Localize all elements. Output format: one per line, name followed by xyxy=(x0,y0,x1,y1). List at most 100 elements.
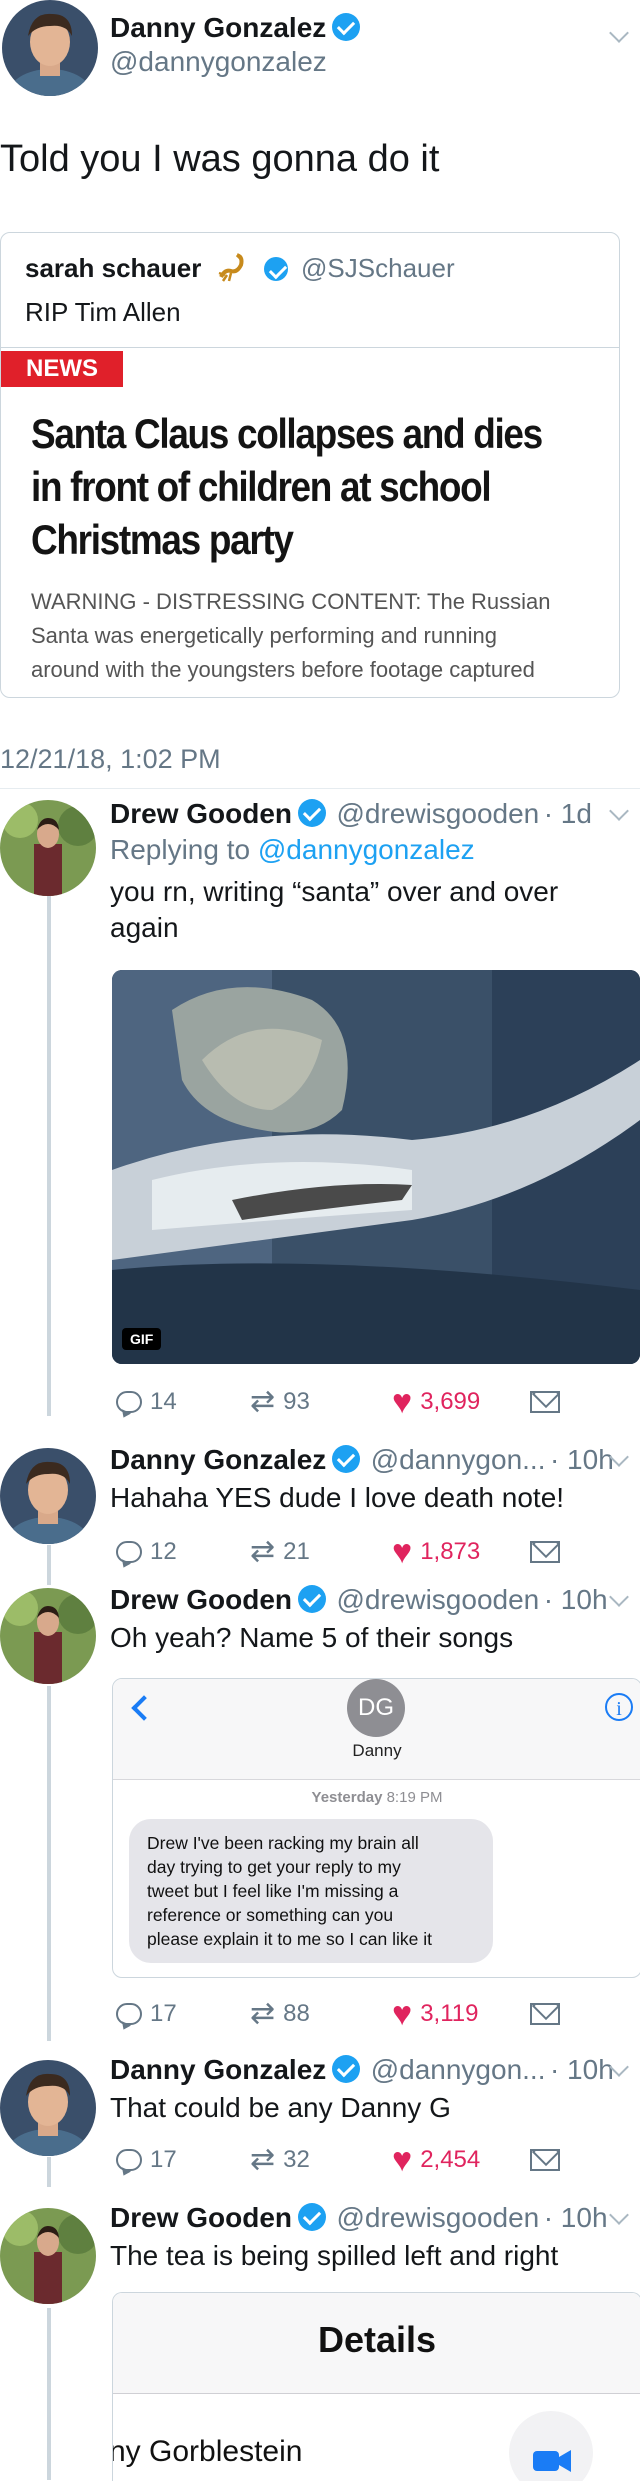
reply-button[interactable]: 14 xyxy=(116,1382,177,1422)
like-button[interactable]: ♥ 3,699 xyxy=(392,1382,480,1422)
direct-message-button[interactable] xyxy=(530,1532,560,1572)
retweet-count: 93 xyxy=(283,1388,310,1415)
mail-icon xyxy=(530,2003,560,2025)
avatar[interactable] xyxy=(0,1588,96,1684)
news-headline: Santa Claus collapses and dies in front … xyxy=(31,407,543,566)
author-name[interactable]: Danny Gonzalez xyxy=(110,12,326,43)
author-handle[interactable]: @dannygon... xyxy=(371,1444,546,1475)
tweet-text: Oh yeah? Name 5 of their songs xyxy=(110,1622,514,1653)
news-headline-line: Christmas party xyxy=(31,516,294,563)
replying-to-label: Replying to xyxy=(110,834,251,865)
chevron-down-icon[interactable] xyxy=(609,801,629,821)
author-handle[interactable]: @drewisgooden xyxy=(336,1584,539,1615)
contact-name: Danny xyxy=(352,1741,402,1760)
tweet-actions: 17 ⇄ 88 ♥ 3,119 xyxy=(110,1994,610,2034)
retweet-count: 32 xyxy=(283,2146,310,2173)
verified-icon xyxy=(298,799,327,827)
thread-line xyxy=(47,1686,51,2041)
imessage-screenshot[interactable]: DG Danny i Yesterday 8:19 PM Drew I've b… xyxy=(112,1678,640,1978)
tweet-actions: 12 ⇄ 21 ♥ 1,873 xyxy=(110,1532,610,1572)
quoted-tweet[interactable]: sarah schauer @SJSchauer RIP Tim Allen N… xyxy=(0,232,620,698)
tweet-text-line: again xyxy=(110,912,179,943)
chevron-down-icon[interactable] xyxy=(609,1587,629,1607)
news-headline-line: Santa Claus collapses and dies xyxy=(31,410,543,457)
facetime-button[interactable] xyxy=(509,2411,593,2481)
reply-button[interactable]: 17 xyxy=(116,1994,177,2034)
message-line: tweet but I feel like I'm missing a xyxy=(147,1881,399,1901)
avatar-image xyxy=(0,1448,96,1544)
replying-to-link[interactable]: @dannygonzalez xyxy=(258,834,475,865)
verified-icon xyxy=(298,1585,327,1613)
like-button[interactable]: ♥ 3,119 xyxy=(392,1994,478,2034)
tweet-text: The tea is being spilled left and right xyxy=(110,2240,559,2271)
reply-button[interactable]: 12 xyxy=(116,1532,177,1572)
reply-icon xyxy=(116,1391,142,1413)
reply-icon xyxy=(116,2003,142,2025)
verified-icon xyxy=(298,2203,327,2231)
avatar[interactable] xyxy=(0,1448,96,1544)
info-icon[interactable]: i xyxy=(605,1693,633,1721)
quoted-author-name: sarah schauer xyxy=(25,253,202,283)
gif-media[interactable]: GIF xyxy=(112,970,640,1364)
author-name[interactable]: Drew Gooden xyxy=(110,2202,292,2233)
thread-line xyxy=(47,896,51,1416)
message-line: day trying to get your reply to my xyxy=(147,1857,401,1877)
retweet-button[interactable]: ⇄ 93 xyxy=(250,1382,310,1422)
reply-count: 17 xyxy=(150,2000,177,2027)
message-day: Yesterday xyxy=(311,1789,383,1806)
mail-icon xyxy=(530,1541,560,1563)
author-name[interactable]: Drew Gooden xyxy=(110,798,292,829)
message-timestamp: Yesterday 8:19 PM xyxy=(113,1789,640,1806)
like-button[interactable]: ♥ 2,454 xyxy=(392,2140,480,2180)
details-screenshot[interactable]: Details ny Gorblestein xyxy=(112,2292,640,2481)
verified-icon xyxy=(263,257,288,281)
avatar[interactable] xyxy=(2,0,98,96)
heart-icon: ♥ xyxy=(392,2141,413,2179)
message-line: reference or something can you xyxy=(147,1905,394,1925)
retweet-button[interactable]: ⇄ 21 xyxy=(250,1532,310,1572)
avatar-image xyxy=(0,800,96,896)
like-count: 3,119 xyxy=(420,2000,479,2027)
quoted-tweet-text: RIP Tim Allen xyxy=(25,297,181,327)
verified-icon xyxy=(332,13,361,41)
author-handle[interactable]: @drewisgooden xyxy=(336,798,539,829)
news-summary-line: WARNING - DISTRESSING CONTENT: The Russi… xyxy=(31,589,551,614)
reply-count: 17 xyxy=(150,2146,177,2173)
verified-icon xyxy=(332,2055,361,2083)
heart-icon: ♥ xyxy=(392,1383,413,1421)
avatar-image xyxy=(2,0,98,96)
news-summary-line: around with the youngsters before footag… xyxy=(31,657,535,682)
avatar[interactable] xyxy=(0,2060,96,2156)
like-count: 2,454 xyxy=(420,2146,481,2173)
chevron-down-icon[interactable] xyxy=(609,23,629,43)
author-name[interactable]: Drew Gooden xyxy=(110,1584,292,1615)
verified-icon xyxy=(332,1445,361,1473)
author-name[interactable]: Danny Gonzalez xyxy=(110,2054,326,2085)
chevron-down-icon[interactable] xyxy=(609,2205,629,2225)
gif-badge: GIF xyxy=(122,1328,162,1350)
message-line: please explain it to me so I can like it xyxy=(147,1929,433,1949)
contact-avatar: DG xyxy=(347,1679,405,1737)
tweet-text: Told you I was gonna do it xyxy=(0,138,440,180)
direct-message-button[interactable] xyxy=(530,1382,560,1422)
author-handle[interactable]: @drewisgooden xyxy=(336,2202,539,2233)
tweet-timestamp: 12/21/18, 1:02 PM xyxy=(0,744,221,774)
avatar[interactable] xyxy=(0,2208,96,2304)
avatar[interactable] xyxy=(0,800,96,896)
direct-message-button[interactable] xyxy=(530,1994,560,2034)
news-badge: NEWS xyxy=(1,351,123,387)
author-handle[interactable]: @dannygon... xyxy=(371,2054,546,2085)
author-handle[interactable]: @dannygonzalez xyxy=(110,46,327,78)
author-name[interactable]: Danny Gonzalez xyxy=(110,1444,326,1475)
like-count: 3,699 xyxy=(420,1388,481,1415)
reply-count: 12 xyxy=(150,1538,177,1565)
direct-message-button[interactable] xyxy=(530,2140,560,2180)
like-button[interactable]: ♥ 1,873 xyxy=(392,1532,480,1572)
retweet-button[interactable]: ⇄ 88 xyxy=(250,1994,310,2034)
reply-count: 14 xyxy=(150,1388,177,1415)
reply-button[interactable]: 17 xyxy=(116,2140,177,2180)
tweet-time: · 10h xyxy=(549,1444,614,1475)
retweet-icon: ⇄ xyxy=(250,1385,276,1418)
retweet-button[interactable]: ⇄ 32 xyxy=(250,2140,310,2180)
tweet-time: · 10h xyxy=(543,1584,608,1615)
